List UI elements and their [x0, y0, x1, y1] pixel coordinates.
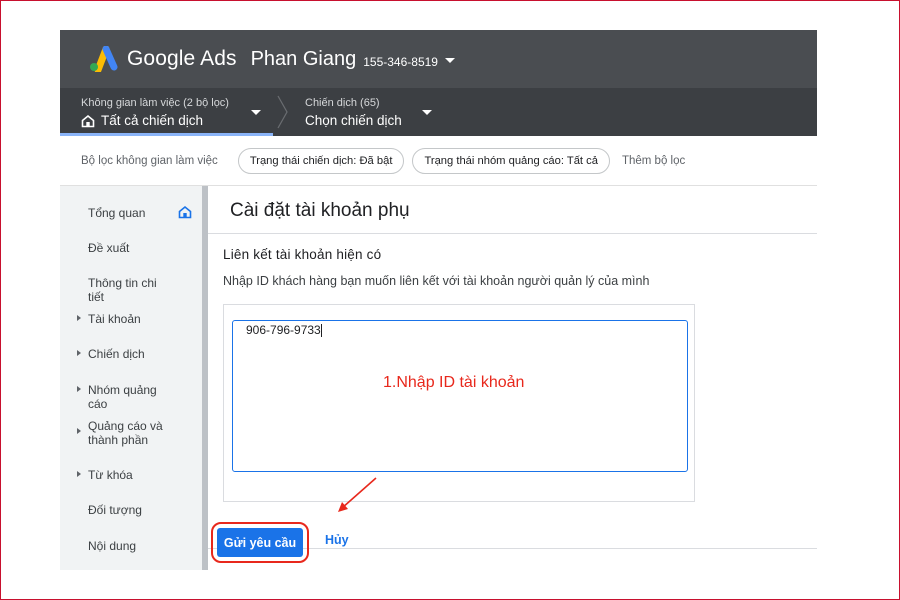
account-id[interactable]: 155-346-8519 — [363, 55, 438, 69]
sidebar-item-label: Tài khoản — [88, 312, 141, 326]
workspace-bar: Không gian làm việc (2 bộ lọc) Tất cả ch… — [60, 88, 817, 136]
home-icon — [81, 114, 95, 128]
sidebar-item-label: Thông tin chi tiết — [88, 276, 157, 304]
add-filter-button[interactable]: Thêm bộ lọc — [622, 155, 685, 167]
sidebar-item-label: Nội dung — [88, 539, 137, 553]
campaign-selector[interactable]: Chiến dịch (65) Chọn chiến dịch — [305, 97, 402, 130]
expand-arrow-icon — [77, 350, 81, 356]
sidebar-item-label: Nhóm quảng cáo — [88, 383, 157, 411]
sidebar-item-label: Quảng cáo và thành phần — [88, 419, 163, 447]
workspace-dropdown-icon[interactable] — [251, 110, 261, 115]
filter-chip-campaign-status[interactable]: Trạng thái chiến dịch: Đã bật — [237, 147, 405, 174]
expand-arrow-icon — [77, 471, 81, 477]
brand-name: Google Ads — [127, 47, 237, 70]
expand-arrow-icon — [77, 315, 81, 321]
sidebar-item-label: Tổng quan — [88, 206, 146, 220]
section-description: Nhập ID khách hàng bạn muốn liên kết với… — [223, 274, 650, 288]
sidebar-item-label: Chiến dịch — [88, 347, 145, 361]
title-divider — [208, 233, 817, 234]
google-ads-logo-icon — [90, 46, 118, 72]
sidebar-item-label: Đối tượng — [88, 503, 142, 517]
submit-request-button[interactable]: Gửi yêu cầu — [217, 528, 303, 557]
customer-id-panel: 906-796-9733 — [223, 304, 695, 502]
account-dropdown-icon[interactable] — [444, 57, 455, 63]
annotation-enter-id: 1.Nhập ID tài khoản — [383, 374, 525, 391]
customer-id-input[interactable]: 906-796-9733 — [232, 320, 688, 472]
filter-bar: Bộ lọc không gian làm việc Trạng thái ch… — [60, 136, 817, 186]
workspace-value: Tất cả chiến dịch — [101, 113, 204, 128]
account-name[interactable]: Phan Giang — [251, 48, 357, 71]
home-icon — [178, 205, 192, 219]
workspace-selector[interactable]: Không gian làm việc (2 bộ lọc) Tất cả ch… — [81, 97, 229, 130]
filter-label: Bộ lọc không gian làm việc — [81, 154, 218, 167]
top-header: Google Ads Phan Giang 155-346-8519 — [60, 30, 817, 88]
cancel-button[interactable]: Hủy — [325, 533, 349, 547]
workspace-label: Không gian làm việc (2 bộ lọc) — [81, 97, 229, 109]
breadcrumb-chevron-icon — [277, 95, 288, 129]
text-cursor — [321, 324, 322, 337]
page-title: Cài đặt tài khoản phụ — [230, 200, 410, 221]
section-title: Liên kết tài khoản hiện có — [223, 247, 382, 262]
google-ads-app: Google Ads Phan Giang 155-346-8519 Không… — [60, 30, 817, 570]
main-content: Cài đặt tài khoản phụ Liên kết tài khoản… — [208, 186, 817, 570]
expand-arrow-icon — [77, 428, 81, 434]
filter-chip-adgroup-status[interactable]: Trạng thái nhóm quảng cáo: Tất cả — [412, 147, 610, 174]
expand-arrow-icon — [77, 386, 81, 392]
annotation-arrow-icon — [338, 477, 377, 512]
sidebar-item-label: Đề xuất — [88, 241, 130, 255]
campaign-value: Chọn chiến dịch — [305, 113, 402, 128]
campaign-dropdown-icon[interactable] — [422, 110, 432, 115]
sidebar-nav: Tổng quan Đề xuất Thông tin chi tiết Tài… — [60, 186, 202, 570]
campaign-label: Chiến dịch (65) — [305, 97, 380, 109]
sidebar-item-label: Từ khóa — [88, 468, 133, 482]
